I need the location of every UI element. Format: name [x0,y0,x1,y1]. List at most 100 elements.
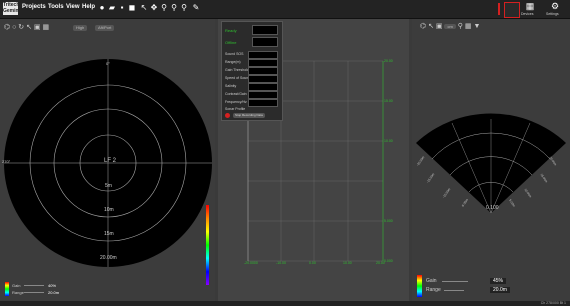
folder-icon[interactable]: ▰ [108,4,116,12]
field-label-6: Contrast/Gain [225,92,247,96]
quality-dropdown[interactable]: High [73,25,88,31]
sonar-center-label: LF 2 [104,158,117,164]
devices-label: Devices [521,12,534,16]
grid-icon[interactable]: ▦ [465,23,472,30]
camera-icon[interactable]: ◼ [128,4,136,12]
field-input-3[interactable] [248,67,278,75]
record-indicator-icon [225,113,230,118]
info-label: Sonar Profile [225,107,246,111]
settings-label: Settings [546,12,559,16]
gear-icon[interactable]: ⚙ [548,2,562,11]
field-label-7: Frequency/Hz [225,100,247,104]
circle-icon[interactable]: ○ [12,24,16,31]
sonar-top-label: 0° [106,61,110,66]
devices-icon[interactable]: ▦ [523,2,537,11]
pointer-icon[interactable]: ↖ [428,23,434,30]
gain-value[interactable]: 40% [48,283,56,288]
range-value[interactable]: 20.0m [48,290,59,295]
x-tick-3: 0.00 [309,261,316,265]
range-ring-label-1: 5m [105,183,112,189]
sonar-left-label: 270° [2,159,11,164]
zoom-in-icon[interactable]: ⚲ [170,4,178,12]
sector-center-label: 0.100 [486,205,499,211]
y-tick-3: 10.00 [384,139,393,143]
status-field [252,25,278,35]
intensity-scale [206,205,209,285]
field-input-4[interactable] [248,75,278,83]
grid-icon[interactable]: ▦ [43,24,50,31]
menu-help[interactable]: Help [82,4,95,10]
field-label-3: Gain Threshold [225,68,249,72]
field-input-6[interactable] [248,91,278,99]
unit-pill[interactable]: cm [444,24,456,29]
menu-projects[interactable]: Projects [22,4,46,10]
gain-slider[interactable] [442,281,468,282]
gain-slider[interactable] [24,285,44,286]
save-icon[interactable]: ▪ [118,4,126,12]
field-input-1[interactable] [248,51,278,59]
field-label-1: Sound SOS [225,52,244,56]
field-label-4: Speed of Sound [225,76,251,80]
gain-label: Gain [12,283,21,288]
image-icon[interactable]: ▣ [34,24,41,31]
image-icon[interactable]: ▣ [436,23,443,30]
device-status-icon[interactable] [504,2,520,18]
move-icon[interactable]: ✥ [150,4,158,12]
left-panel-toolbar: ⌬ ○ ↻ ↖ ▣ ▦ [4,23,49,33]
menu-bar: Tritech Gemini Projects Tools View Help … [0,0,570,19]
zoom-icon[interactable]: ⚲ [458,23,463,30]
x-tick-2: -10.00 [276,261,286,265]
status-bar: Ch 278/000 Bt 1 [0,301,570,306]
status-text: Ch 278/000 Bt 1 [540,301,566,305]
orientation-dropdown[interactable]: Aft/Port [95,25,115,31]
y-tick-5: 0.000 [384,259,393,263]
refresh-icon[interactable]: ↻ [18,24,24,31]
menu-view[interactable]: View [66,4,80,10]
filter-icon[interactable]: ▼ [473,23,480,30]
logo-line-2: Gemini [3,8,20,14]
menu-tools[interactable]: Tools [48,4,64,10]
field-input-7[interactable] [248,99,278,107]
gain-label: Gain [426,278,437,284]
field-label-2: Range(m) [225,60,241,64]
range-slider[interactable] [444,290,464,291]
mode-field [252,37,278,47]
mode-label: Offline [225,40,237,45]
wifi-icon[interactable]: ⌬ [4,24,10,31]
right-sector-panel: ⌬ ↖ ▣ cm ⚲ ▦ ▼ 0.100 -20.00m -15.00m -10… [412,19,570,301]
range-ring-label-3: 15m [104,231,114,237]
stop-recording-button[interactable]: Stop Recording Data [233,113,265,118]
field-label-5: Salinity [225,84,237,88]
field-input-2[interactable] [248,59,278,67]
pen-icon[interactable]: ✎ [192,4,200,12]
color-palette-bar [417,275,422,297]
y-tick-4: 5.000 [384,219,393,223]
color-palette-bar [5,282,9,296]
range-ring-label-2: 10m [104,207,114,213]
wifi-icon[interactable]: ⌬ [420,23,426,30]
middle-profile-panel: 20.00 15.00 10.00 5.000 0.000 -20.0000 -… [218,19,409,301]
zoom-icon[interactable]: ⚲ [160,4,168,12]
y-tick-2: 15.00 [384,99,393,103]
sonar-settings-overlay: Ready Offline Sound SOS Range(m) Gain Th… [221,21,283,121]
gain-value[interactable]: 45% [490,278,507,284]
x-tick-5: 20.00 [376,261,385,265]
zoom-out-icon[interactable]: ⚲ [180,4,188,12]
status-label: Ready [225,28,237,33]
range-label: Range [426,287,441,293]
right-panel-toolbar: ⌬ ↖ ▣ cm ⚲ ▦ ▼ [420,22,480,32]
range-label: Range [12,290,24,295]
range-value[interactable]: 20.0m [490,287,510,293]
pointer-icon[interactable]: ↖ [140,4,148,12]
x-tick-1: -20.0000 [244,261,258,265]
pointer-icon[interactable]: ↖ [26,24,32,31]
app-logo: Tritech Gemini [3,2,20,15]
y-tick-1: 20.00 [384,59,393,63]
left-sonar-panel: ⌬ ○ ↻ ↖ ▣ ▦ High Aft/Port 0° 270° LF 2 5… [0,19,215,301]
record-icon[interactable]: ● [98,4,106,12]
alert-bar [498,3,500,15]
range-ring-label-4: 20.00m [100,255,117,261]
field-input-5[interactable] [248,83,278,91]
x-tick-4: 10.00 [343,261,352,265]
range-slider[interactable] [24,292,44,293]
